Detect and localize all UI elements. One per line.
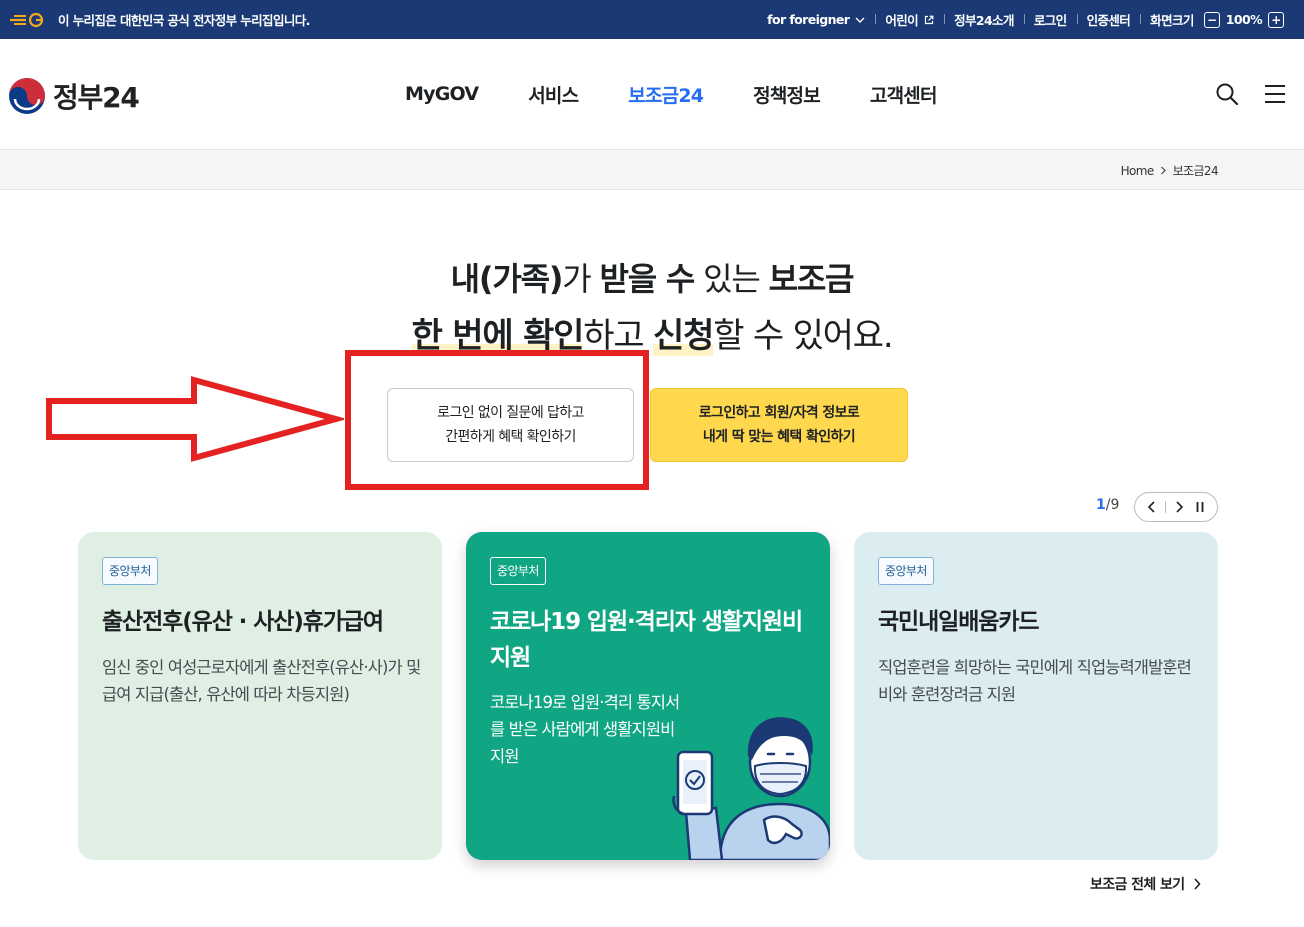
card-title: 코로나19 입원·격리자 생활지원비 지원 bbox=[490, 609, 803, 671]
logo-text: 정부24 bbox=[53, 81, 140, 114]
masked-person-illustration-icon bbox=[672, 717, 830, 860]
pause-slide-button[interactable] bbox=[1192, 499, 1208, 515]
nav-item-services[interactable]: 서비스 bbox=[528, 81, 579, 108]
gov-notice-text: 이 누리집은 대한민국 공식 전자정부 누리집입니다. bbox=[58, 13, 310, 28]
chevron-down-icon bbox=[855, 17, 865, 23]
nav-item-mygov[interactable]: MyGOV bbox=[405, 83, 479, 105]
breadcrumb-current: 보조금24 bbox=[1172, 164, 1219, 178]
about-gov24-link[interactable]: 정부24소개 bbox=[944, 10, 1024, 29]
gov24-logo[interactable]: 정부24 bbox=[8, 76, 140, 116]
nav-item-subsidy24[interactable]: 보조금24 bbox=[628, 81, 704, 108]
chevron-left-icon bbox=[1147, 501, 1155, 513]
gov-top-bar: 이 누리집은 대한민국 공식 전자정부 누리집입니다. for foreigne… bbox=[0, 0, 1304, 39]
for-foreigner-dropdown[interactable]: for foreigner bbox=[757, 12, 875, 27]
chevron-right-icon bbox=[1176, 501, 1184, 513]
pause-icon bbox=[1196, 502, 1204, 512]
cert-center-link[interactable]: 인증센터 bbox=[1076, 10, 1141, 29]
gov-notice: 이 누리집은 대한민국 공식 전자정부 누리집입니다. bbox=[8, 0, 310, 39]
prev-slide-button[interactable] bbox=[1144, 499, 1160, 515]
nav-item-customer-center[interactable]: 고객센터 bbox=[870, 81, 938, 108]
agency-badge: 중앙부처 bbox=[490, 557, 546, 585]
agency-badge: 중앙부처 bbox=[102, 557, 158, 585]
subsidy-card-covid-support[interactable]: 중앙부처 코로나19 입원·격리자 생활지원비 지원 코로나19로 입원·격리 … bbox=[466, 532, 830, 860]
breadcrumb-home[interactable]: Home bbox=[1121, 164, 1155, 178]
slide-controls bbox=[1134, 492, 1218, 522]
main-nav: MyGOV 서비스 보조금24 정책정보 고객센터 bbox=[380, 39, 962, 149]
subsidy-card-learning-card[interactable]: 중앙부처 국민내일배움카드 직업훈련을 희망하는 국민에게 직업능력개발훈련비와… bbox=[854, 532, 1218, 860]
egov-logo-icon bbox=[10, 12, 44, 27]
annotation-arrow-icon bbox=[46, 376, 344, 462]
login-link[interactable]: 로그인 bbox=[1023, 10, 1077, 29]
zoom-out-button[interactable]: − bbox=[1203, 11, 1220, 28]
subsidy-card-maternity-leave[interactable]: 중앙부처 출산전후(유산 · 사산)휴가급여 임신 중인 여성근로자에게 출산전… bbox=[78, 532, 442, 860]
external-link-icon bbox=[924, 15, 934, 24]
zoom-level: 100% bbox=[1225, 12, 1263, 27]
divider bbox=[1164, 501, 1166, 513]
screen-size-control: 화면크기 − 100% + bbox=[1140, 10, 1298, 29]
menu-icon[interactable] bbox=[1263, 82, 1287, 106]
breadcrumb-band: Home 보조금24 bbox=[0, 149, 1304, 190]
check-without-login-button[interactable]: 로그인 없이 질문에 답하고 간편하게 혜택 확인하기 bbox=[387, 388, 634, 462]
hero-title-line2: 한 번에 확인하고 신청할 수 있어요. bbox=[411, 316, 894, 356]
card-title: 출산전후(유산 · 사산)휴가급여 bbox=[102, 609, 384, 635]
check-with-login-button[interactable]: 로그인하고 회원/자격 정보로 내게 딱 맞는 혜택 확인하기 bbox=[650, 388, 908, 462]
zoom-in-button[interactable]: + bbox=[1268, 11, 1284, 28]
card-title: 국민내일배움카드 bbox=[878, 609, 1040, 635]
hero-title-line1: 내(가족)가 받을 수 있는 보조금 bbox=[450, 260, 855, 298]
chevron-right-icon bbox=[1160, 166, 1166, 175]
chevron-right-icon bbox=[1193, 878, 1201, 890]
breadcrumb: Home 보조금24 bbox=[1121, 162, 1219, 179]
taegeuk-logo-icon bbox=[9, 78, 45, 114]
card-description: 직업훈련을 희망하는 국민에게 직업능력개발훈련비와 훈련장려금 지원 bbox=[878, 658, 1192, 704]
search-icon[interactable] bbox=[1215, 82, 1239, 106]
view-all-subsidies-link[interactable]: 보조금 전체 보기 bbox=[1090, 874, 1201, 894]
site-header: 정부24 MyGOV 서비스 보조금24 정책정보 고객센터 bbox=[0, 39, 1304, 149]
card-description: 임신 중인 여성근로자에게 출산전후(유산·사)가 및 급여 지급(출산, 유산… bbox=[102, 658, 421, 704]
nav-item-policy[interactable]: 정책정보 bbox=[753, 81, 821, 108]
kids-link[interactable]: 어린이 bbox=[875, 10, 944, 29]
slide-counter: 1/9 bbox=[1096, 497, 1120, 513]
next-slide-button[interactable] bbox=[1171, 499, 1187, 515]
agency-badge: 중앙부처 bbox=[878, 557, 934, 585]
